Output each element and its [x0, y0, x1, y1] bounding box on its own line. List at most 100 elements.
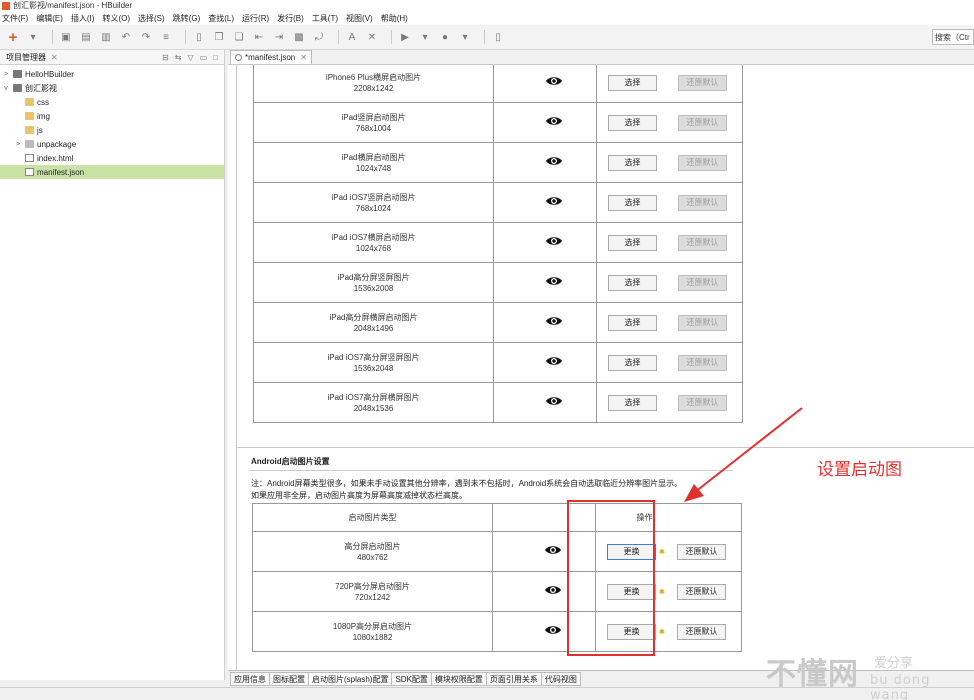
select-image-button[interactable]: 选择	[608, 234, 657, 251]
dropdown-arrow-icon[interactable]: ▾	[458, 30, 472, 44]
tab-code-view[interactable]: 代码视图	[540, 672, 581, 686]
preview-cell	[493, 65, 597, 103]
splash-name-cell: iPhone6 Plus横屏启动图片 2208x1242	[253, 65, 494, 103]
tree-item-manifest-json[interactable]: manifest.json	[0, 165, 224, 179]
tree-item-chuanghui[interactable]: v 创汇影视	[0, 81, 224, 95]
tree-item-hellohbuilder[interactable]: > HelloHBuilder	[0, 67, 224, 81]
menu-view[interactable]: 视图(V)	[346, 13, 373, 24]
select-image-button[interactable]: 选择	[608, 74, 657, 91]
tree-item-index-html[interactable]: index.html	[0, 151, 224, 165]
eye-icon[interactable]	[545, 275, 563, 287]
comment-icon[interactable]: ▩	[292, 30, 306, 44]
new-plus-icon[interactable]: +	[6, 29, 20, 46]
tree-item-css[interactable]: css	[0, 95, 224, 109]
menu-select[interactable]: 选择(S)	[138, 13, 165, 24]
dropdown-arrow-icon[interactable]: ▾	[418, 30, 432, 44]
tab-module-permissions[interactable]: 模块权限配置	[430, 672, 487, 686]
close-icon[interactable]: ✕	[51, 53, 58, 62]
select-image-button[interactable]: 选择	[608, 154, 657, 171]
tab-app-info[interactable]: 应用信息	[230, 672, 270, 686]
menu-file[interactable]: 文件(F)	[2, 13, 28, 24]
menu-run[interactable]: 运行(R)	[242, 13, 269, 24]
folder-icon	[25, 126, 34, 134]
chevron-down-icon[interactable]: v	[2, 85, 10, 92]
select-image-button[interactable]: 选择	[608, 194, 657, 211]
tab-splash-config[interactable]: 启动图片(splash)配置	[308, 672, 393, 686]
select-image-button[interactable]: 选择	[608, 394, 657, 411]
menu-insert[interactable]: 插入(I)	[71, 13, 95, 24]
splash-name-cell: iPad iOS7高分屏竖屏图片 1536x2048	[253, 342, 494, 383]
select-image-button[interactable]: 选择	[608, 354, 657, 371]
save-icon[interactable]: ▣	[59, 30, 73, 44]
restore-default-button[interactable]: 还原默认	[677, 583, 726, 600]
menu-edit[interactable]: 编辑(E)	[36, 13, 63, 24]
restore-default-button[interactable]: 还原默认	[677, 543, 726, 560]
menu-dropdown-icon[interactable]: ▽	[187, 53, 193, 62]
menu-find[interactable]: 查找(L)	[208, 13, 234, 24]
toolbar-divider	[52, 30, 53, 44]
tree-item-img[interactable]: img	[0, 109, 224, 123]
tree-item-unpackage[interactable]: > unpackage	[0, 137, 224, 151]
eye-icon[interactable]	[544, 544, 562, 556]
menu-help[interactable]: 帮助(H)	[381, 13, 408, 24]
menu-escape[interactable]: 转义(O)	[102, 13, 130, 24]
close-icon[interactable]: ✕	[300, 53, 307, 62]
copy-icon[interactable]: ❐	[212, 30, 226, 44]
maximize-icon[interactable]: □	[213, 53, 218, 62]
search-input[interactable]: 搜索（Ctr	[932, 29, 974, 45]
undo-icon[interactable]: ↶	[119, 30, 133, 44]
last-icon[interactable]: ⇥	[272, 30, 286, 44]
restore-default-button: 还原默认	[678, 114, 727, 131]
format-icon[interactable]: ≡	[159, 30, 173, 44]
tab-manifest-json[interactable]: *manifest.json ✕	[230, 50, 312, 64]
preview-cell	[493, 382, 597, 423]
eye-icon[interactable]	[545, 395, 563, 407]
note-line: 如果应用非全屏，启动图片高度为屏幕高度减掉状态栏高度。	[251, 491, 467, 500]
tab-sdk-config[interactable]: SDK配置	[391, 672, 432, 686]
select-image-button[interactable]: 选择	[608, 314, 657, 331]
wrap-icon[interactable]: ⤾	[312, 30, 326, 44]
browser-icon[interactable]: ●	[438, 30, 452, 44]
menu-tools[interactable]: 工具(T)	[312, 13, 338, 24]
tree-item-js[interactable]: js	[0, 123, 224, 137]
menu-publish[interactable]: 发行(B)	[277, 13, 304, 24]
select-image-button[interactable]: 选择	[608, 274, 657, 291]
eye-icon[interactable]	[544, 584, 562, 596]
first-icon[interactable]: ⇤	[252, 30, 266, 44]
font-icon[interactable]: A	[345, 30, 359, 44]
eye-icon[interactable]	[545, 315, 563, 327]
splash-name-cell: iPad iOS7横屏启动图片 1024x768	[253, 222, 494, 263]
toolbar: + ▾ ▣ ▤ ▥ ↶ ↷ ≡ ▯ ❐ ❏ ⇤ ⇥ ▩ ⤾ A ✕ ▶ ▾ ● …	[0, 25, 974, 50]
select-image-button[interactable]: 选择	[608, 114, 657, 131]
bookmark-icon[interactable]: ▯	[192, 30, 206, 44]
paste-icon[interactable]: ❏	[232, 30, 246, 44]
run-icon[interactable]: ▶	[398, 30, 412, 44]
splash-name-cell: iPad高分屏横屏启动图片 2048x1496	[253, 302, 494, 343]
tab-icon-config[interactable]: 图标配置	[269, 672, 309, 686]
link-icon[interactable]: ⇆	[175, 53, 182, 62]
redo-icon[interactable]: ↷	[139, 30, 153, 44]
project-panel-title: 项目管理器	[6, 52, 46, 62]
eye-icon[interactable]	[545, 75, 563, 87]
tab-page-references[interactable]: 页面引用关系	[485, 672, 542, 686]
minimize-icon[interactable]: ▭	[200, 53, 208, 62]
menu-goto[interactable]: 跳转(G)	[173, 13, 201, 24]
save-all-icon[interactable]: ▤	[79, 30, 93, 44]
eye-icon[interactable]	[545, 195, 563, 207]
print-icon[interactable]: ▥	[99, 30, 113, 44]
eye-icon[interactable]	[545, 155, 563, 167]
clear-format-icon[interactable]: ✕	[365, 30, 379, 44]
splash-name: iPhone6 Plus横屏启动图片	[325, 72, 422, 82]
eye-icon[interactable]	[545, 355, 563, 367]
chevron-right-icon[interactable]: >	[2, 71, 10, 78]
ios-splash-section: iPhone6 Plus横屏启动图片 2208x1242 选择 还原默认 iPad竖屏启…	[236, 65, 974, 491]
project-panel-header: 项目管理器 ✕ ⊟ ⇆ ▽ ▭ □	[0, 50, 224, 65]
panel-icon[interactable]: ▯	[491, 30, 505, 44]
eye-icon[interactable]	[545, 235, 563, 247]
filter-icon[interactable]: ⊟	[162, 53, 169, 62]
eye-icon[interactable]	[545, 115, 563, 127]
eye-icon[interactable]	[544, 624, 562, 636]
chevron-right-icon[interactable]: >	[14, 141, 22, 148]
restore-default-button[interactable]: 还原默认	[677, 623, 726, 640]
dropdown-arrow-icon[interactable]: ▾	[26, 30, 40, 44]
